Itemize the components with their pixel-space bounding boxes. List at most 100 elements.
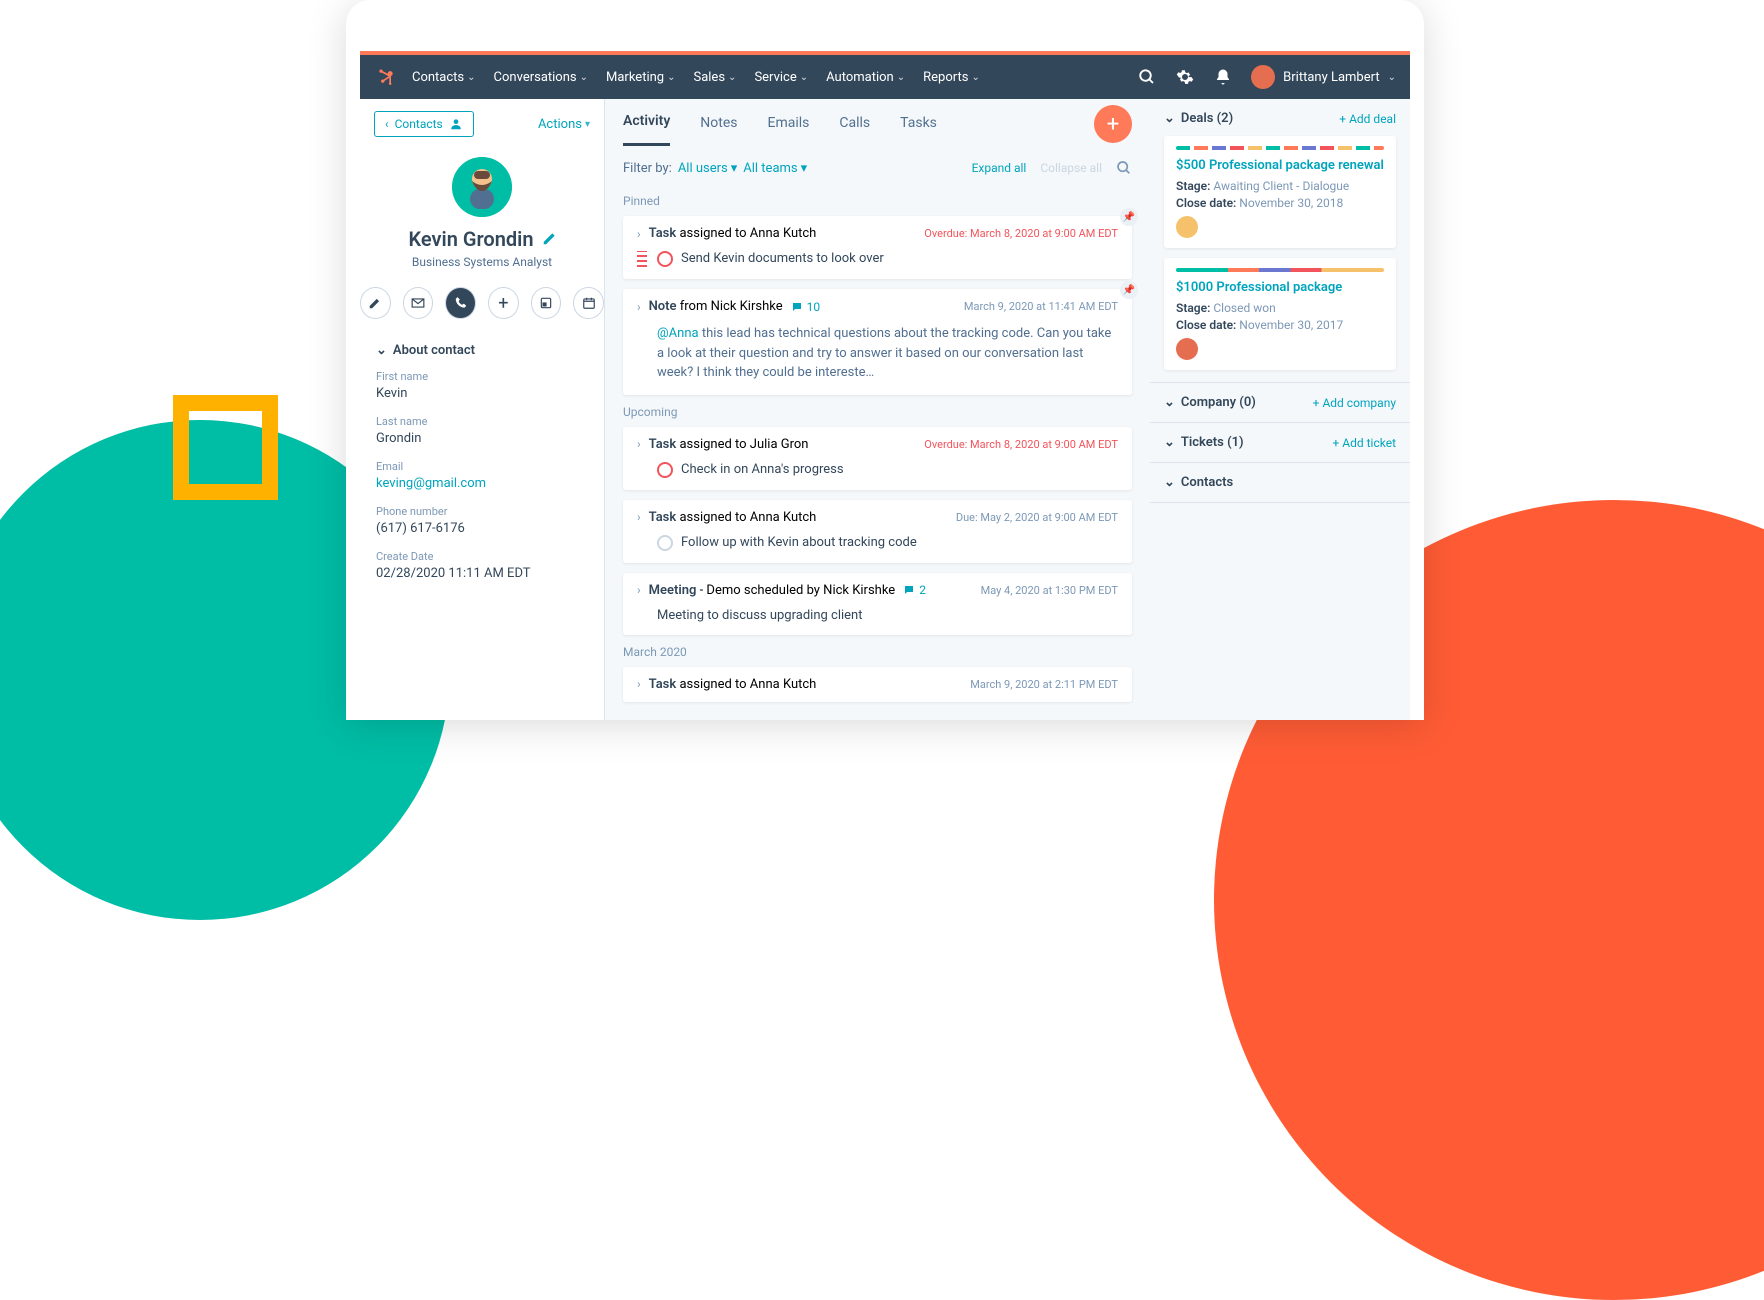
field-first-name: First nameKevin [376, 370, 588, 401]
nav-right: Brittany Lambert ⌄ [1137, 65, 1396, 89]
sidebar-left: ‹ Contacts Actions▾ Kevin Grondin Busine… [360, 99, 605, 720]
chevron-down-icon: ▾ [731, 161, 738, 176]
pin-icon[interactable]: 📌 [1120, 281, 1138, 299]
nav-automation[interactable]: Automation⌄ [826, 70, 905, 85]
about-contact-toggle[interactable]: ⌄About contact [376, 343, 588, 358]
comment-badge[interactable]: 10 [791, 300, 821, 314]
chevron-down-icon: ▾ [801, 161, 808, 176]
card-meta: May 4, 2020 at 1:30 PM EDT [981, 584, 1118, 597]
task-circle-icon[interactable] [657, 535, 673, 551]
hubspot-logo-icon[interactable] [374, 65, 398, 89]
add-activity-button[interactable]: + [1094, 105, 1132, 143]
bell-icon[interactable] [1213, 67, 1233, 87]
nav-items: Contacts⌄ Conversations⌄ Marketing⌄ Sale… [412, 70, 980, 85]
filter-users[interactable]: All users ▾ [678, 161, 737, 176]
nav-marketing[interactable]: Marketing⌄ [606, 70, 675, 85]
deals-toggle[interactable]: ⌄Deals (2) [1164, 111, 1233, 126]
card-body-text: Meeting to discuss upgrading client [657, 608, 862, 623]
actions-menu[interactable]: Actions▾ [538, 117, 590, 132]
chevron-down-icon: ⌄ [897, 72, 905, 83]
nav-conversations[interactable]: Conversations⌄ [494, 70, 588, 85]
contacts-toggle[interactable]: ⌄Contacts [1164, 475, 1233, 490]
search-icon[interactable] [1137, 67, 1157, 87]
nav-user-menu[interactable]: Brittany Lambert ⌄ [1251, 65, 1396, 89]
nav-reports[interactable]: Reports⌄ [923, 70, 980, 85]
mention[interactable]: @Anna [657, 326, 699, 341]
schedule-button[interactable] [573, 287, 604, 319]
filter-row: Filter by: All users ▾ All teams ▾ Expan… [623, 146, 1132, 186]
company-toggle[interactable]: ⌄Company (0) [1164, 395, 1256, 410]
chevron-left-icon: ‹ [385, 117, 389, 131]
tickets-panel: ⌄Tickets (1) + Add ticket [1150, 423, 1410, 463]
main-area: Activity Notes Emails Calls Tasks + Filt… [605, 99, 1150, 720]
note-button[interactable] [360, 287, 391, 319]
tab-notes[interactable]: Notes [700, 115, 737, 145]
chevron-down-icon: ⌄ [728, 72, 736, 83]
device-frame: Contacts⌄ Conversations⌄ Marketing⌄ Sale… [346, 0, 1424, 720]
nav-contacts[interactable]: Contacts⌄ [412, 70, 476, 85]
chevron-down-icon: ⌄ [1388, 72, 1396, 83]
card-body-text: Check in on Anna's progress [681, 462, 844, 477]
add-company-link[interactable]: + Add company [1313, 396, 1396, 410]
expand-icon[interactable]: › [637, 677, 641, 691]
sidebar-header: ‹ Contacts Actions▾ [360, 99, 604, 149]
company-panel: ⌄Company (0) + Add company [1150, 383, 1410, 423]
back-contacts-button[interactable]: ‹ Contacts [374, 111, 474, 137]
call-button[interactable] [445, 287, 476, 319]
nav-service[interactable]: Service⌄ [754, 70, 808, 85]
deal-card[interactable]: $500 Professional package renewal Stage:… [1164, 136, 1396, 248]
top-nav: Contacts⌄ Conversations⌄ Marketing⌄ Sale… [360, 55, 1410, 99]
add-button[interactable]: + [488, 287, 519, 319]
tab-tasks[interactable]: Tasks [900, 115, 937, 145]
add-deal-link[interactable]: + Add deal [1339, 112, 1396, 126]
chevron-down-icon: ▾ [585, 119, 590, 130]
tabs-row: Activity Notes Emails Calls Tasks + [623, 99, 1132, 146]
expand-icon[interactable]: › [637, 227, 641, 241]
filter-teams[interactable]: All teams ▾ [743, 161, 807, 176]
log-button[interactable] [531, 287, 562, 319]
add-ticket-link[interactable]: + Add ticket [1332, 436, 1396, 450]
nav-sales[interactable]: Sales⌄ [693, 70, 736, 85]
activity-card-task: › Task assigned to Julia Gron Overdue: M… [623, 427, 1132, 490]
tab-emails[interactable]: Emails [768, 115, 810, 145]
chevron-down-icon: ⌄ [1164, 111, 1175, 126]
field-last-name: Last nameGrondin [376, 415, 588, 446]
card-meta: March 9, 2020 at 11:41 AM EDT [964, 300, 1118, 313]
chevron-down-icon: ⌄ [580, 72, 588, 83]
expand-icon[interactable]: › [637, 300, 641, 314]
filter-label: Filter by: [623, 161, 672, 176]
chevron-down-icon: ⌄ [1164, 475, 1175, 490]
expand-all-link[interactable]: Expand all [972, 161, 1027, 175]
expand-icon[interactable]: › [637, 437, 641, 451]
tab-activity[interactable]: Activity [623, 113, 670, 146]
contact-avatar [452, 157, 512, 217]
edit-icon[interactable] [542, 232, 556, 246]
contacts-panel: ⌄Contacts [1150, 463, 1410, 503]
deal-progress [1176, 146, 1384, 150]
task-circle-icon[interactable] [657, 251, 673, 267]
deals-panel: ⌄Deals (2) + Add deal $500 Professional … [1150, 99, 1410, 383]
deal-title: $1000 Professional package [1176, 280, 1384, 295]
section-upcoming: Upcoming [623, 405, 1132, 419]
task-circle-icon[interactable] [657, 462, 673, 478]
pin-icon[interactable]: 📌 [1120, 208, 1138, 226]
gear-icon[interactable] [1175, 67, 1195, 87]
tickets-toggle[interactable]: ⌄Tickets (1) [1164, 435, 1244, 450]
note-body: @Anna this lead has technical questions … [623, 324, 1132, 395]
app-body: ‹ Contacts Actions▾ Kevin Grondin Busine… [360, 99, 1410, 720]
avatar [1251, 65, 1275, 89]
search-icon[interactable] [1116, 160, 1132, 176]
deal-card[interactable]: $1000 Professional package Stage: Closed… [1164, 258, 1396, 370]
contact-name: Kevin Grondin [408, 227, 555, 251]
bg-yellow-square [173, 395, 278, 500]
expand-icon[interactable]: › [637, 510, 641, 524]
activity-card-task: › Task assigned to Anna Kutch Due: May 2… [623, 500, 1132, 563]
email-button[interactable] [403, 287, 434, 319]
tab-calls[interactable]: Calls [839, 115, 870, 145]
comment-badge[interactable]: 2 [903, 583, 926, 597]
contact-action-row: + [360, 273, 604, 333]
activity-card-task: 📌 › Task assigned to Anna Kutch Overdue:… [623, 216, 1132, 279]
card-meta: Overdue: March 8, 2020 at 9:00 AM EDT [924, 438, 1118, 451]
deal-title: $500 Professional package renewal [1176, 158, 1384, 173]
expand-icon[interactable]: › [637, 583, 641, 597]
